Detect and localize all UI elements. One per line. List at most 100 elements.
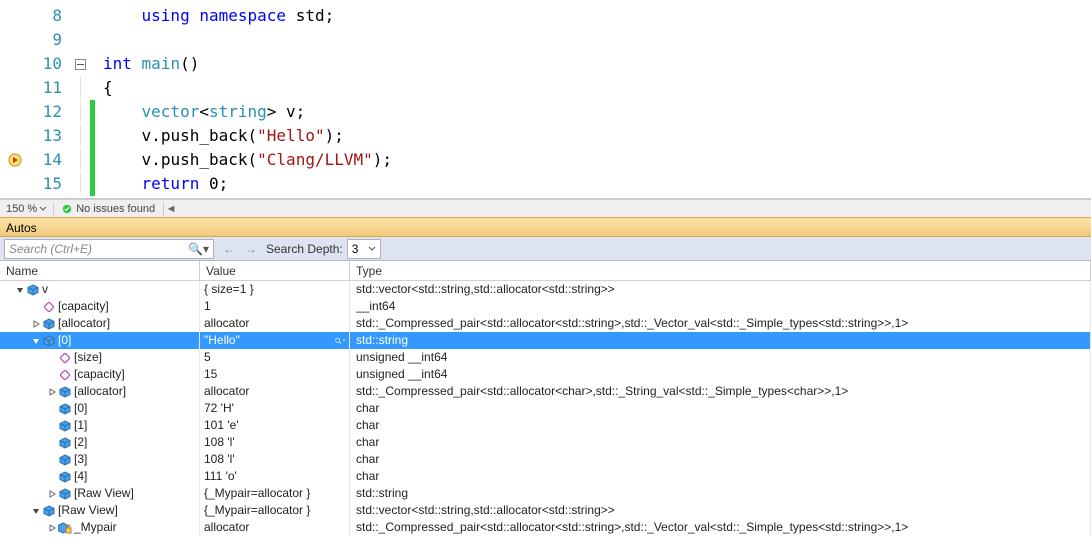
variable-row[interactable]: [3]108 'l'char [0,451,1091,468]
header-type[interactable]: Type [350,261,1091,280]
value-cell[interactable]: 111 'o' [200,468,350,485]
value-cell[interactable]: {_Mypair=allocator } [200,485,350,502]
variable-row[interactable]: [2]108 'l'char [0,434,1091,451]
name-cell[interactable]: [Raw View] [0,485,200,502]
line-number: 11 [30,77,70,99]
expander-icon[interactable] [46,522,58,534]
header-value[interactable]: Value [200,261,350,280]
name-cell[interactable]: [size] [0,349,200,366]
variable-row[interactable]: _Mypairallocatorstd::_Compressed_pair<st… [0,519,1091,536]
expander-icon[interactable] [30,505,42,517]
expander-icon[interactable] [30,318,42,330]
value-cell[interactable]: 1 [200,298,350,315]
code-line[interactable]: 10int main() [0,52,1091,76]
type-cell: unsigned __int64 [350,349,1091,366]
value-cell[interactable]: 15 [200,366,350,383]
name-cell[interactable]: [allocator] [0,383,200,400]
code-line[interactable]: 11 { [0,76,1091,100]
variable-row[interactable]: [0]72 'H'char [0,400,1091,417]
fold-gutter[interactable] [70,149,90,171]
variable-row[interactable]: [4]111 'o'char [0,468,1091,485]
search-icon[interactable]: 🔍▾ [188,242,209,256]
breakpoint-gutter[interactable] [0,153,30,167]
code-line[interactable]: 15 return 0; [0,172,1091,196]
variable-value: 108 'l' [204,434,235,451]
value-cell[interactable]: allocator [200,519,350,536]
chevron-down-icon [39,205,47,213]
fold-gutter[interactable] [70,59,90,70]
name-cell[interactable]: [4] [0,468,200,485]
variable-row[interactable]: [allocator]allocatorstd::_Compressed_pai… [0,315,1091,332]
variable-row[interactable]: [Raw View]{_Mypair=allocator }std::vecto… [0,502,1091,519]
code-text[interactable]: using namespace std; [95,5,334,27]
name-cell[interactable]: [0] [0,332,200,349]
expander-icon[interactable] [30,335,42,347]
name-cell[interactable]: [capacity] [0,366,200,383]
code-line[interactable]: 13 v.push_back("Hello"); [0,124,1091,148]
expander-icon[interactable] [46,386,58,398]
value-cell[interactable]: 72 'H' [200,400,350,417]
variable-row[interactable]: [1]101 'e'char [0,417,1091,434]
variable-row[interactable]: [0]"Hello"std::string [0,332,1091,349]
fold-gutter[interactable] [70,101,90,123]
scroll-left-icon[interactable]: ◄ [164,202,178,216]
value-cell[interactable]: "Hello" [200,332,350,349]
name-cell[interactable]: [allocator] [0,315,200,332]
variable-row[interactable]: [Raw View]{_Mypair=allocator }std::strin… [0,485,1091,502]
code-line[interactable]: 9 [0,28,1091,52]
check-circle-icon [62,204,72,214]
autos-grid[interactable]: v{ size=1 }std::vector<std::string,std::… [0,281,1091,536]
expander-icon[interactable] [46,488,58,500]
header-name[interactable]: Name [0,261,200,280]
value-cell[interactable]: {_Mypair=allocator } [200,502,350,519]
name-cell[interactable]: [0] [0,400,200,417]
variable-row[interactable]: [size]5unsigned __int64 [0,349,1091,366]
search-input[interactable]: Search (Ctrl+E) 🔍▾ [4,239,214,259]
code-text[interactable]: vector<string> v; [95,101,305,123]
code-text[interactable]: return 0; [95,173,228,195]
fold-gutter[interactable] [70,77,90,99]
name-cell[interactable]: [Raw View] [0,502,200,519]
variable-row[interactable]: [capacity]15unsigned __int64 [0,366,1091,383]
code-line[interactable]: 14 v.push_back("Clang/LLVM"); [0,148,1091,172]
value-cell[interactable]: 108 'l' [200,451,350,468]
code-editor[interactable]: 8 using namespace std;910int main()11 {12… [0,0,1091,199]
code-line[interactable]: 12 vector<string> v; [0,100,1091,124]
issues-status[interactable]: No issues found [53,203,163,215]
expander-icon[interactable] [14,284,26,296]
nav-forward-button[interactable]: → [240,238,262,260]
name-cell[interactable]: [2] [0,434,200,451]
value-cell[interactable]: allocator [200,315,350,332]
code-text[interactable]: int main() [95,53,199,75]
variable-name: [1] [74,417,87,434]
value-cell[interactable]: { size=1 } [200,281,350,298]
code-text[interactable]: v.push_back("Hello"); [95,125,344,147]
variable-row[interactable]: [capacity]1__int64 [0,298,1091,315]
variable-name: [Raw View] [58,502,118,519]
name-cell[interactable]: [1] [0,417,200,434]
zoom-level[interactable]: 150 % [0,203,53,215]
diamond-icon [58,370,72,380]
fold-gutter[interactable] [70,173,90,195]
name-cell[interactable]: v [0,281,200,298]
name-cell[interactable]: _Mypair [0,519,200,536]
fold-gutter[interactable] [70,125,90,147]
nav-back-button[interactable]: ← [218,238,240,260]
line-number: 14 [30,149,70,171]
value-cell[interactable]: 5 [200,349,350,366]
name-cell[interactable]: [3] [0,451,200,468]
search-depth-combo[interactable]: 3 [347,239,382,259]
value-cell[interactable]: allocator [200,383,350,400]
type-cell: __int64 [350,298,1091,315]
code-text[interactable]: v.push_back("Clang/LLVM"); [95,149,392,171]
expander-icon [30,301,42,313]
name-cell[interactable]: [capacity] [0,298,200,315]
value-cell[interactable]: 108 'l' [200,434,350,451]
variable-row[interactable]: v{ size=1 }std::vector<std::string,std::… [0,281,1091,298]
visualizer-icon[interactable] [335,335,347,347]
code-line[interactable]: 8 using namespace std; [0,4,1091,28]
horizontal-scrollbar[interactable]: ◄ [163,202,1091,216]
variable-row[interactable]: [allocator]allocatorstd::_Compressed_pai… [0,383,1091,400]
value-cell[interactable]: 101 'e' [200,417,350,434]
code-text[interactable]: { [95,77,113,99]
